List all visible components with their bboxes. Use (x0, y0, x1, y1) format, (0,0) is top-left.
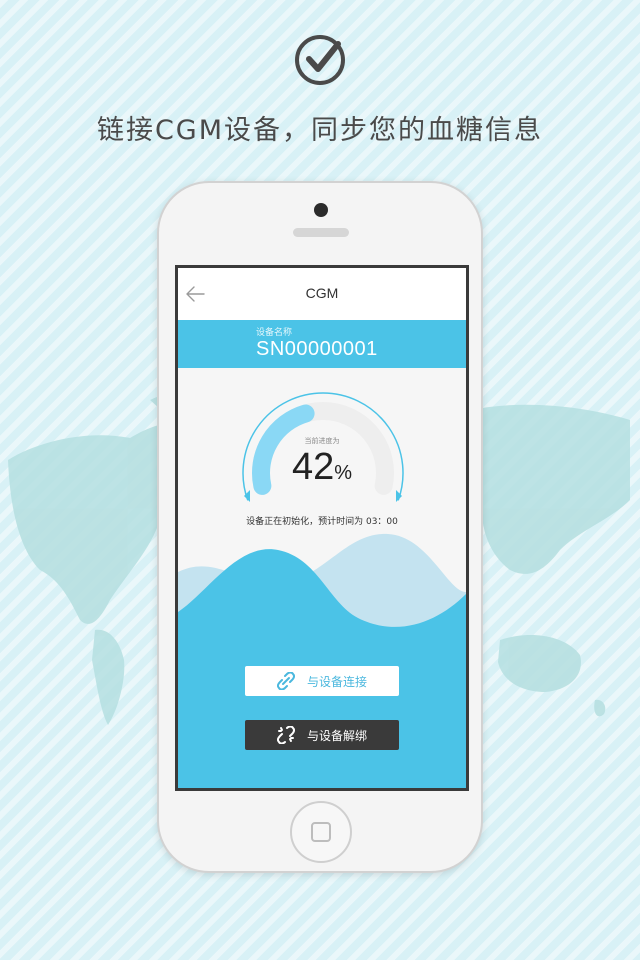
phone-camera (314, 203, 328, 217)
status-text: 设备正在初始化，预计时间为 03：00 (246, 517, 398, 527)
headline: 链接CGM设备，同步您的血糖信息 (96, 115, 544, 146)
progress-value: 42% (178, 446, 466, 489)
nav-bar: CGM (178, 268, 466, 320)
link-icon (276, 672, 295, 690)
phone-screen: CGM 设备名称 SN00000001 当前进度为 42% 设备正在初始化，预计… (175, 265, 469, 791)
phone-speaker (293, 228, 349, 237)
device-name-label: 设备名称 (256, 328, 293, 338)
device-serial-number: SN00000001 (256, 338, 378, 360)
unlink-icon (276, 726, 295, 744)
connect-button-label: 与设备连接 (306, 674, 367, 689)
progress-caption: 当前进度为 (304, 437, 340, 445)
home-button[interactable] (290, 801, 352, 863)
unbind-device-button[interactable]: 与设备解绑 (245, 720, 399, 750)
wave-background (178, 533, 466, 788)
checkmark-circle-icon (295, 35, 345, 85)
progress-unit: % (334, 462, 353, 484)
phone-mockup: CGM 设备名称 SN00000001 当前进度为 42% 设备正在初始化，预计… (157, 181, 483, 873)
device-header: 设备名称 SN00000001 (178, 320, 466, 368)
progress-number: 42 (291, 446, 335, 488)
unbind-button-label: 与设备解绑 (306, 728, 367, 743)
connect-device-button[interactable]: 与设备连接 (245, 666, 399, 696)
home-button-square (311, 822, 331, 842)
nav-title: CGM (305, 285, 339, 301)
